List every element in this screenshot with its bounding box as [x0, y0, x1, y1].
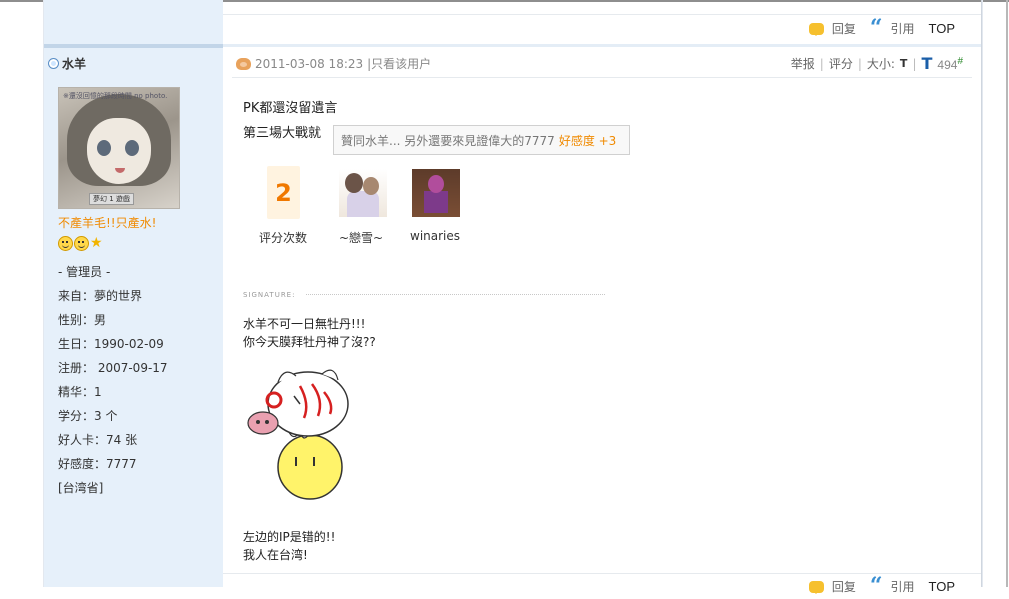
user-group: - 管理员 - [58, 265, 111, 279]
avatar-tag: 夢幻 1 遊戲 [89, 193, 134, 205]
rating-count-label: 评分次数 [259, 231, 308, 245]
signature-divider [306, 294, 605, 295]
separator: | [819, 56, 824, 71]
meta-divider [232, 77, 972, 78]
post-icon [236, 57, 251, 70]
rank-stars: ★ [58, 236, 103, 251]
avatar-eye [97, 140, 111, 156]
user-custom-title: 不產羊毛!!只產水! [58, 216, 157, 230]
font-large-button[interactable]: T [921, 55, 932, 71]
rater-figure [363, 177, 379, 195]
post-actions-top: 回复 “ 引用 TOP [808, 17, 956, 39]
font-size-label: 大小: [866, 57, 895, 71]
star-icon: ★ [90, 235, 103, 251]
signature-image [247, 369, 349, 500]
post-separator [223, 44, 981, 47]
floor-number[interactable]: 494# [937, 56, 963, 72]
rating-tooltip: 贊同水羊... 另外還要來見證偉大的7777 好感度 +3 [333, 125, 630, 155]
separator: | [857, 56, 862, 71]
user-karma: 好感度：7777 [58, 457, 137, 471]
signature-note-1: 左边的IP是错的!! [243, 530, 336, 544]
user-location: [台湾省] [58, 481, 104, 495]
tooltip-karma: 好感度 +3 [558, 134, 617, 148]
rater-figure [428, 175, 444, 193]
user-good-cards: 好人卡：74 张 [58, 433, 138, 447]
window-right-border [1006, 0, 1008, 587]
signature-line-1: 水羊不可一日無牡丹!!! [243, 317, 366, 331]
rater-name[interactable]: ~戀雪~ [339, 229, 383, 246]
rate-link[interactable]: 评分 [829, 55, 853, 72]
avatar-eye [125, 140, 139, 156]
user-credits: 学分：3 个 [58, 409, 118, 423]
content-right-border [981, 0, 982, 587]
user-registered: 注册： 2007-09-17 [58, 361, 168, 375]
sidebar-separator [44, 44, 223, 48]
only-author-link[interactable]: |只看该用户 [367, 55, 431, 72]
font-small-button[interactable]: T [900, 57, 908, 70]
rater-name[interactable]: winaries [410, 229, 460, 243]
rater-figure [424, 191, 448, 213]
user-digest: 精华：1 [58, 385, 102, 399]
smiley-icon [74, 236, 89, 251]
top-link[interactable]: TOP [929, 21, 956, 36]
user-gender: 性别：男 [58, 313, 107, 327]
quote-icon[interactable]: “ [870, 17, 883, 39]
reply-link[interactable]: 回复 [832, 20, 856, 37]
signature-line-2: 你今天膜拜牡丹神了沒?? [243, 335, 376, 349]
separator: | [912, 56, 917, 71]
floor-mark: # [957, 55, 963, 67]
rating-count: 2 [267, 166, 300, 219]
smiley-icon [58, 236, 73, 251]
divider [223, 14, 981, 15]
divider [223, 573, 981, 574]
rater-avatar[interactable] [339, 169, 387, 217]
post-line-1: PK都還沒留遺言 [243, 101, 338, 116]
signature-note-2: 我人在台湾! [243, 548, 308, 562]
post-meta: 2011-03-08 18:23 |只看该用户 [236, 55, 431, 72]
post-tools: 举报 | 评分 | 大小: T | T 494# [791, 55, 963, 72]
post-line-2: 第三場大戰就 [243, 126, 322, 141]
user-birthday: 生日：1990-02-09 [58, 337, 164, 351]
report-link[interactable]: 举报 [791, 55, 815, 72]
username[interactable]: 水羊 [62, 55, 86, 72]
rater-avatar[interactable] [412, 169, 460, 217]
reply-icon[interactable] [808, 22, 824, 36]
avatar[interactable]: ※還沒回憶的那段時間 no photo. 夢幻 1 遊戲 [58, 87, 180, 209]
username-row: 水羊 [48, 55, 86, 72]
rater-figure [345, 173, 363, 193]
avatar-caption: ※還沒回憶的那段時間 no photo. [63, 92, 168, 100]
signature-label: SIGNATURE: [243, 291, 296, 299]
user-from: 来自：夢的世界 [58, 289, 143, 303]
post-date: 2011-03-08 18:23 [255, 56, 364, 71]
rater-figure [347, 191, 379, 217]
online-status-icon [48, 58, 59, 69]
floor-number-text: 494 [937, 57, 958, 72]
tooltip-text: 贊同水羊... 另外還要來見證偉大的7777 [341, 134, 555, 148]
quote-link[interactable]: 引用 [890, 20, 914, 37]
